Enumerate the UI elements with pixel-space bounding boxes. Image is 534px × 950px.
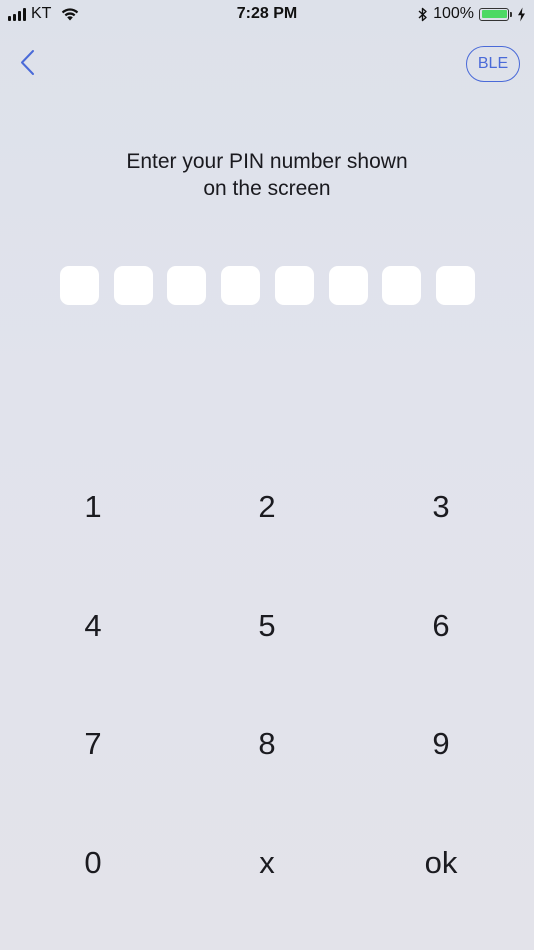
battery-icon <box>479 7 512 21</box>
key-0[interactable]: 0 <box>6 804 180 923</box>
ble-button[interactable]: BLE <box>466 46 520 82</box>
pin-digit-box <box>435 266 475 305</box>
key-7[interactable]: 7 <box>6 685 180 804</box>
pin-digit-box <box>274 266 314 305</box>
bluetooth-icon <box>418 7 427 21</box>
key-4[interactable]: 4 <box>6 567 180 686</box>
pin-digit-box <box>167 266 207 305</box>
battery-level <box>481 10 507 18</box>
pin-prompt-line-2: on the screen <box>203 177 331 200</box>
charging-icon <box>518 7 525 21</box>
battery-percentage: 100% <box>433 5 474 22</box>
key-3[interactable]: 3 <box>354 448 528 567</box>
pin-digit-box <box>221 266 261 305</box>
pin-digit-box <box>113 266 153 305</box>
key-ok[interactable]: ok <box>354 804 528 923</box>
pin-prompt-line-1: Enter your PIN number shown <box>126 150 408 173</box>
pin-digit-box <box>382 266 422 305</box>
chevron-left-icon <box>21 50 34 75</box>
key-8[interactable]: 8 <box>180 685 354 804</box>
pin-entry[interactable] <box>60 266 475 305</box>
key-5[interactable]: 5 <box>180 567 354 686</box>
key-6[interactable]: 6 <box>354 567 528 686</box>
pin-prompt: Enter your PIN number shown on the scree… <box>40 148 494 202</box>
status-right: 100% <box>418 5 526 23</box>
pin-digit-box <box>328 266 368 305</box>
pin-digit-box <box>60 266 99 305</box>
key-9[interactable]: 9 <box>354 685 528 804</box>
key-2[interactable]: 2 <box>180 448 354 567</box>
keypad: 1 2 3 4 5 6 7 8 9 0 x ok <box>6 448 528 922</box>
key-delete[interactable]: x <box>180 804 354 923</box>
key-1[interactable]: 1 <box>6 448 180 567</box>
status-bar: KT 7:28 PM 100% <box>0 0 534 28</box>
back-button[interactable] <box>14 46 44 80</box>
